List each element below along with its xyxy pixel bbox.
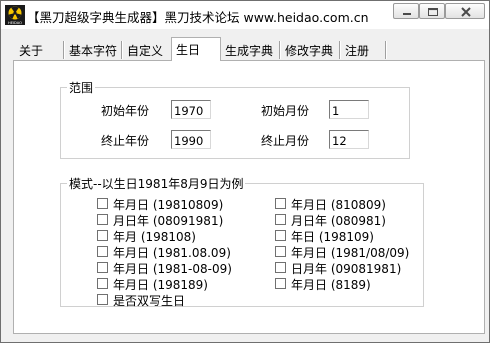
- checkbox-label: 是否双写生日: [113, 294, 186, 308]
- close-button[interactable]: [445, 3, 485, 19]
- maximize-icon: [428, 8, 438, 16]
- checkbox-box[interactable]: [275, 198, 286, 209]
- close-icon: [461, 7, 471, 17]
- end-month-input[interactable]: [329, 130, 369, 149]
- checkbox-box[interactable]: [97, 198, 108, 209]
- end-year-input[interactable]: [171, 130, 211, 149]
- checkbox-box[interactable]: [275, 262, 286, 273]
- checkbox-label: 年月日 (1981-08-09): [113, 262, 232, 276]
- checkbox-box[interactable]: [97, 246, 108, 257]
- svg-text:HEIDAO: HEIDAO: [8, 21, 22, 25]
- checkbox-label: 年日 (198109): [291, 230, 374, 244]
- start-month-input[interactable]: [329, 100, 369, 119]
- end-year-label: 终止年份: [101, 134, 150, 148]
- checkbox-box[interactable]: [275, 278, 286, 289]
- maximize-button[interactable]: [419, 3, 445, 19]
- tab-bar: 关于 基本字符 自定义 生日 生成字典 修改字典 注册: [13, 37, 485, 61]
- checkbox-box[interactable]: [97, 214, 108, 225]
- checkbox-label: 年月日 (8189): [291, 278, 371, 292]
- window-title: 【黑刀超级字典生成器】黑刀技术论坛 www.heidao.com.cn: [27, 10, 369, 25]
- checkbox-label: 年月日 (810809): [291, 198, 386, 212]
- tab-register[interactable]: 注册: [345, 40, 369, 60]
- checkbox-label: 年月日 (19810809): [113, 198, 224, 212]
- radiation-logo-icon: HEIDAO: [5, 5, 25, 25]
- start-year-label: 初始年份: [101, 104, 150, 118]
- tab-about[interactable]: 关于: [19, 40, 43, 60]
- mode-group: 模式--以生日1981年8月9日为例 年月日 (19810809) 月日年 (0…: [60, 175, 424, 308]
- tab-separator: [121, 41, 123, 59]
- checkbox-box[interactable]: [97, 278, 108, 289]
- tab-basic-chars[interactable]: 基本字符: [69, 40, 117, 60]
- tab-separator: [385, 41, 387, 59]
- minimize-icon: [403, 13, 411, 15]
- end-month-label: 终止月份: [261, 134, 310, 148]
- tab-separator: [279, 41, 281, 59]
- tab-birthday[interactable]: 生日: [171, 37, 221, 61]
- tab-modify-dictionary[interactable]: 修改字典: [285, 40, 333, 60]
- checkbox-label: 日月年 (09081981): [291, 262, 402, 276]
- title-bar[interactable]: HEIDAO 【黑刀超级字典生成器】黑刀技术论坛 www.heidao.com.…: [1, 1, 489, 29]
- birthday-tab-panel: 范围 初始年份 初始月份 终止年份 终止月份 模式--以生日1981年8月9日为…: [13, 60, 485, 334]
- checkbox-box[interactable]: [275, 214, 286, 225]
- checkbox-box[interactable]: [97, 294, 108, 305]
- checkbox-label: 月日年 (080981): [291, 214, 386, 228]
- checkbox-label: 年月日 (1981/08/09): [291, 246, 410, 260]
- tab-separator: [63, 41, 65, 59]
- tab-generate-dictionary[interactable]: 生成字典: [225, 40, 273, 60]
- checkbox-label: 年月 (198108): [113, 230, 196, 244]
- checkbox-box[interactable]: [97, 230, 108, 241]
- tab-custom[interactable]: 自定义: [127, 40, 163, 60]
- app-window: HEIDAO 【黑刀超级字典生成器】黑刀技术论坛 www.heidao.com.…: [0, 0, 490, 343]
- checkbox-label: 月日年 (08091981): [113, 214, 224, 228]
- checkbox-box[interactable]: [275, 246, 286, 257]
- tab-separator: [339, 41, 341, 59]
- range-group: 范围 初始年份 初始月份 终止年份 终止月份: [60, 79, 410, 159]
- checkbox-box[interactable]: [97, 262, 108, 273]
- checkbox-label: 年月日 (198189): [113, 278, 208, 292]
- range-legend: 范围: [67, 79, 96, 96]
- start-year-input[interactable]: [171, 100, 211, 119]
- mode-legend: 模式--以生日1981年8月9日为例: [67, 175, 246, 192]
- start-month-label: 初始月份: [261, 104, 310, 118]
- checkbox-label: 年月日 (1981.08.09): [113, 246, 231, 260]
- minimize-button[interactable]: [393, 3, 419, 19]
- checkbox-box[interactable]: [275, 230, 286, 241]
